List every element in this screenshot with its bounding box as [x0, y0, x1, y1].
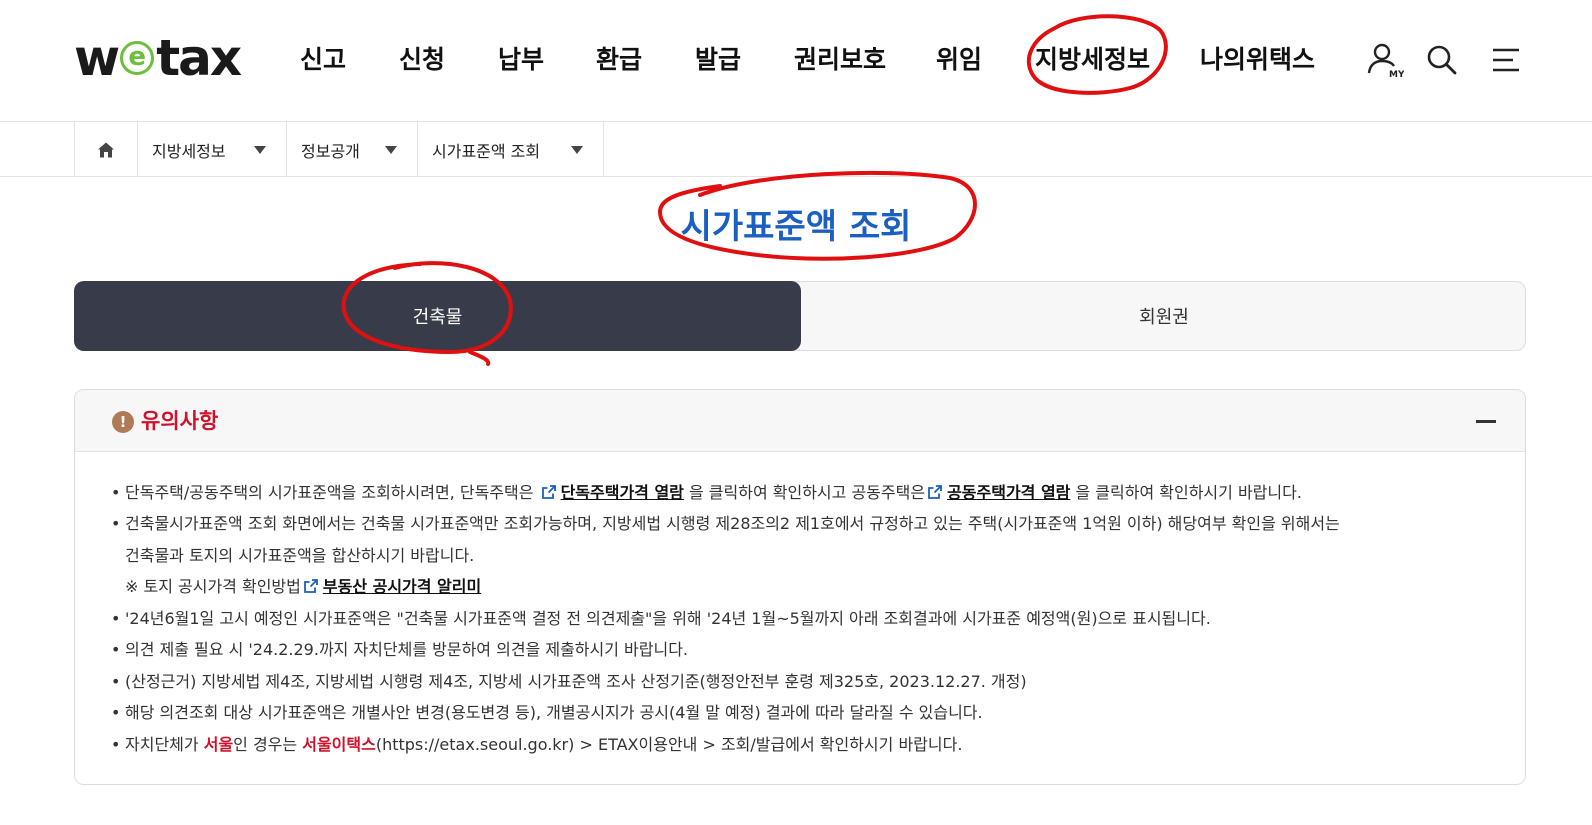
breadcrumb: 지방세정보 정보공개 시가표준액 조회: [0, 122, 1592, 177]
home-icon: [98, 142, 114, 157]
bullet: •: [111, 640, 121, 659]
seoul-highlight: 서울: [203, 735, 234, 754]
search-icon: [1427, 45, 1457, 75]
notice-line: • 해당 의견조회 대상 시가표준액은 개별사안 변경(용도변경 등), 개별공시…: [111, 702, 983, 724]
main-nav: 신고 신청 납부 환급 발급 권리보호 위임 지방세정보 나의위택스: [300, 40, 1340, 80]
nav-item-issue[interactable]: 발급: [695, 40, 794, 80]
nav-item-apply[interactable]: 신청: [399, 40, 498, 80]
detached-house-price-link[interactable]: 단독주택가격 열람: [561, 483, 684, 502]
breadcrumb-item-local-tax-info[interactable]: 지방세정보: [138, 122, 287, 177]
my-page-button[interactable]: MY: [1362, 38, 1406, 82]
nav-item-refund[interactable]: 환급: [596, 40, 695, 80]
notice-text: 을 클릭하여 확인하시고 공동주택은: [689, 483, 926, 502]
nav-item-local-tax-info[interactable]: 지방세정보: [1035, 40, 1200, 80]
apartment-price-link[interactable]: 공동주택가격 열람: [947, 483, 1070, 502]
notice-line: • 건축물시가표준액 조회 화면에서는 건축물 시가표준액만 조회가능하며, 지방…: [111, 513, 1340, 535]
bullet: •: [111, 672, 121, 691]
notice-line: • '24년6월1일 고시 예정인 시가표준액은 "건축물 시가표준액 결정 전 …: [111, 608, 1211, 630]
notice-text: 건축물시가표준액 조회 화면에서는 건축물 시가표준액만 조회가능하며, 지방세…: [125, 514, 1340, 533]
notice-text: 을 클릭하여 확인하시기 바랍니다.: [1075, 483, 1302, 502]
external-link-icon: [303, 579, 318, 593]
notice-panel: ! 유의사항 • 단독주택/공동주택의 시가표준액을 조회하시려면, 단독주택은 …: [74, 389, 1526, 785]
menu-button[interactable]: [1484, 38, 1528, 82]
breadcrumb-label: 정보공개: [301, 141, 360, 161]
logo-text-w: w: [74, 29, 120, 87]
external-link-icon: [928, 485, 942, 499]
bullet: •: [111, 609, 121, 628]
logo-e-mark: e: [120, 41, 155, 75]
user-icon: MY: [1367, 43, 1404, 80]
logo-text-tax: tax: [156, 29, 242, 87]
notice-text: ※ 토지 공시가격 확인방법: [125, 577, 301, 596]
tab-building[interactable]: 건축물: [74, 281, 801, 351]
bullet: •: [111, 514, 121, 533]
wetax-logo[interactable]: w e tax: [74, 29, 242, 87]
notice-text: 자치단체가: [125, 735, 199, 754]
nav-item-report[interactable]: 신고: [300, 40, 399, 80]
nav-item-delegate[interactable]: 위임: [936, 40, 1035, 80]
notice-line: • 의견 제출 필요 시 '24.2.29.까지 자치단체를 방문하여 의견을 제…: [111, 639, 688, 661]
notice-line: 건축물과 토지의 시가표준액을 합산하시기 바랍니다.: [111, 545, 474, 567]
notice-line: • 단독주택/공동주택의 시가표준액을 조회하시려면, 단독주택은 단독주택가격 …: [111, 482, 1302, 504]
notice-text: 단독주택/공동주택의 시가표준액을 조회하시려면, 단독주택은: [125, 483, 534, 502]
breadcrumb-item-public-info[interactable]: 정보공개: [287, 122, 418, 177]
caret-down-icon: [385, 146, 397, 154]
notice-line: • 자치단체가 서울인 경우는 서울이택스(https://etax.seoul.…: [111, 734, 962, 756]
my-label: MY: [1389, 70, 1404, 80]
notice-text: 의견 제출 필요 시 '24.2.29.까지 자치단체를 방문하여 의견을 제출…: [125, 640, 689, 659]
bullet: •: [111, 735, 121, 754]
breadcrumb-item-standard-price[interactable]: 시가표준액 조회: [418, 122, 604, 177]
notice-text: '24년6월1일 고시 예정인 시가표준액은 "건축물 시가표준액 결정 전 의…: [125, 609, 1211, 628]
external-link-icon: [541, 485, 556, 499]
notice-line: • (산정근거) 지방세법 제4조, 지방세법 시행령 제4조, 지방세 시가표준…: [111, 671, 1027, 693]
nav-item-pay[interactable]: 납부: [498, 40, 596, 80]
breadcrumb-label: 지방세정보: [152, 141, 226, 161]
site-header: w e tax 신고 신청 납부 환급 발급 권리보호 위임 지방세정보 나의위택스…: [0, 0, 1592, 122]
category-tabs: 건축물 회원권: [74, 281, 1526, 351]
caret-down-icon: [571, 146, 583, 154]
hamburger-menu-icon: [1493, 48, 1519, 72]
page-title: 시가표준액 조회: [680, 207, 912, 247]
bullet: •: [111, 483, 121, 502]
bullet: •: [111, 703, 121, 722]
notice-text: 건축물과 토지의 시가표준액을 합산하시기 바랍니다.: [125, 546, 475, 565]
notice-text: (https://etax.seoul.go.kr) > ETAX이용안내 > …: [375, 735, 963, 754]
search-button[interactable]: [1420, 38, 1464, 82]
notice-header: ! 유의사항: [75, 390, 1525, 452]
breadcrumb-home-button[interactable]: [74, 122, 138, 177]
realty-price-alert-link[interactable]: 부동산 공시가격 알리미: [323, 577, 481, 596]
seoul-etax-highlight: 서울이택스: [302, 735, 376, 754]
tab-membership[interactable]: 회원권: [801, 281, 1527, 351]
notice-line: ※ 토지 공시가격 확인방법 부동산 공시가격 알리미: [111, 576, 481, 598]
breadcrumb-label: 시가표준액 조회: [432, 141, 541, 161]
nav-item-my-wetax[interactable]: 나의위택스: [1200, 40, 1340, 80]
caret-down-icon: [254, 146, 266, 154]
exclamation-icon: !: [112, 411, 134, 433]
notice-text: (산정근거) 지방세법 제4조, 지방세법 시행령 제4조, 지방세 시가표준액…: [125, 672, 1027, 691]
notice-text: 해당 의견조회 대상 시가표준액은 개별사안 변경(용도변경 등), 개별공시지…: [125, 703, 983, 722]
notice-title: 유의사항: [141, 409, 219, 433]
notice-text: 인 경우는: [233, 735, 298, 754]
minus-icon: [1476, 419, 1496, 423]
collapse-button[interactable]: [1473, 408, 1499, 434]
nav-item-rights[interactable]: 권리보호: [794, 40, 936, 80]
